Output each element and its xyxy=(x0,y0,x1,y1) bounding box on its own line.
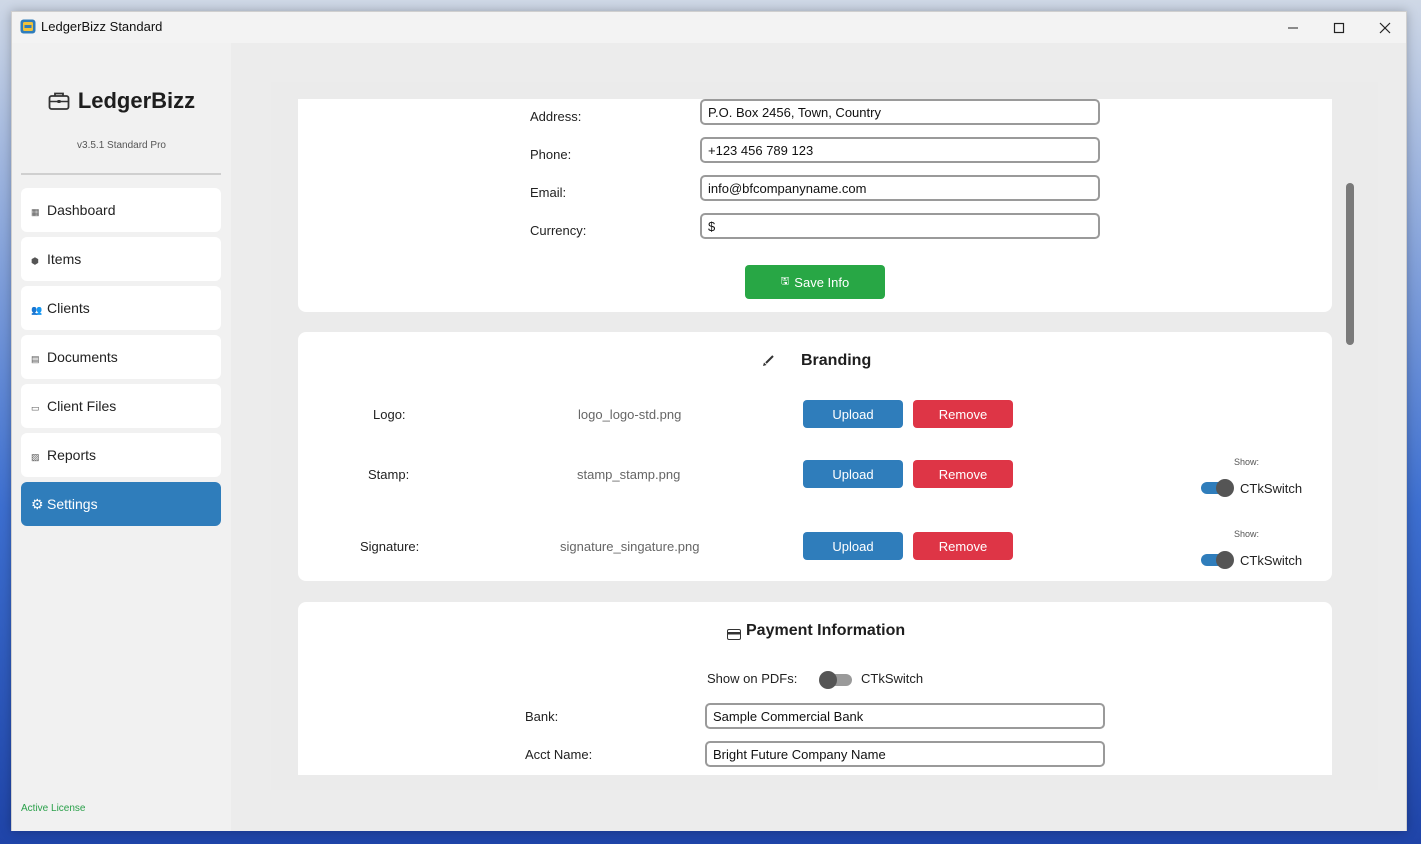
settings-viewport[interactable]: Address: P.O. Box 2456, Town, Country Ph… xyxy=(298,99,1334,775)
line-chart-icon: ▨ xyxy=(31,452,40,462)
sidebar-item-label: Items xyxy=(47,251,82,267)
version-text: v3.5.1 Standard Pro xyxy=(77,140,166,151)
stamp-label: Stamp: xyxy=(368,467,410,482)
sidebar-divider xyxy=(21,173,221,175)
signature-upload-button[interactable]: Upload xyxy=(803,532,903,560)
logo-upload-button[interactable]: Upload xyxy=(803,400,903,428)
bank-field[interactable]: Sample Commercial Bank xyxy=(705,703,1105,729)
floppy-disk-icon: 🖫 xyxy=(780,275,790,287)
acct-name-field[interactable]: Bright Future Company Name xyxy=(705,741,1105,767)
document-icon: ▤ xyxy=(31,354,40,364)
switch-knob xyxy=(819,671,837,689)
window-title: LedgerBizz Standard xyxy=(41,19,163,34)
stamp-switch-text: CTkSwitch xyxy=(1240,481,1303,496)
address-field[interactable]: P.O. Box 2456, Town, Country xyxy=(700,99,1100,125)
logo-remove-button[interactable]: Remove xyxy=(913,400,1013,428)
gear-icon: ⚙ xyxy=(31,495,44,512)
branding-card: Branding Logo: logo_logo-std.png Upload … xyxy=(298,332,1332,581)
save-info-label: Save Info xyxy=(794,274,850,290)
phone-field[interactable]: +123 456 789 123 xyxy=(700,137,1100,163)
show-on-pdfs-switch[interactable] xyxy=(819,671,852,689)
sidebar-item-settings[interactable]: ⚙ Settings xyxy=(21,482,221,526)
stamp-show-label: Show: xyxy=(1234,457,1260,467)
currency-label: Currency: xyxy=(530,223,587,238)
currency-field[interactable]: $ xyxy=(700,213,1100,239)
email-field[interactable]: info@bfcompanyname.com xyxy=(700,175,1100,201)
license-status: Active License xyxy=(21,803,86,814)
save-info-button[interactable]: 🖫 Save Info xyxy=(745,265,885,299)
show-on-pdfs-switch-text: CTkSwitch xyxy=(861,671,924,686)
signature-switch-text: CTkSwitch xyxy=(1240,553,1303,568)
payment-info-card: Payment Information Show on PDFs: CTkSwi… xyxy=(298,602,1332,775)
logo-filename: logo_logo-std.png xyxy=(578,407,682,422)
minimize-icon xyxy=(1288,27,1298,28)
maximize-icon xyxy=(1333,22,1345,33)
payment-info-title: Payment Information xyxy=(746,622,906,639)
maximize-button[interactable] xyxy=(1316,12,1362,43)
minimize-button[interactable] xyxy=(1270,12,1316,43)
sidebar-item-label: Settings xyxy=(47,496,98,512)
stamp-show-switch[interactable] xyxy=(1201,479,1234,497)
bank-label: Bank: xyxy=(525,709,559,724)
email-label: Email: xyxy=(530,185,567,200)
sidebar: LedgerBizz v3.5.1 Standard Pro ▦ Dashboa… xyxy=(12,43,231,831)
package-icon: ⬢ xyxy=(31,256,39,266)
logo-label: Logo: xyxy=(373,407,406,422)
acct-name-label: Acct Name: xyxy=(525,747,593,762)
stamp-filename: stamp_stamp.png xyxy=(577,467,681,482)
sidebar-item-label: Clients xyxy=(47,300,90,316)
app-window: LedgerBizz Standard LedgerBizz v3.5.1 St… xyxy=(11,11,1407,831)
folder-icon: ▭ xyxy=(31,403,40,413)
close-button[interactable] xyxy=(1362,12,1408,43)
sidebar-item-label: Dashboard xyxy=(47,202,116,218)
branding-title: Branding xyxy=(801,352,872,369)
phone-label: Phone: xyxy=(530,147,572,162)
sidebar-item-items[interactable]: ⬢ Items xyxy=(21,237,221,281)
briefcase-icon xyxy=(48,92,70,110)
sidebar-item-clients[interactable]: 👥 Clients xyxy=(21,286,221,330)
paintbrush-icon xyxy=(763,355,774,366)
title-bar[interactable]: LedgerBizz Standard xyxy=(12,12,1406,43)
address-label: Address: xyxy=(530,109,582,124)
company-info-card: Address: P.O. Box 2456, Town, Country Ph… xyxy=(298,99,1332,312)
signature-filename: signature_singature.png xyxy=(560,539,700,554)
sidebar-item-documents[interactable]: ▤ Documents xyxy=(21,335,221,379)
credit-card-icon xyxy=(727,629,741,640)
people-icon: 👥 xyxy=(31,305,43,315)
sidebar-item-label: Client Files xyxy=(47,398,117,414)
signature-label: Signature: xyxy=(360,539,420,554)
sidebar-item-label: Documents xyxy=(47,349,118,365)
signature-show-label: Show: xyxy=(1234,529,1260,539)
switch-knob xyxy=(1216,479,1234,497)
stamp-remove-button[interactable]: Remove xyxy=(913,460,1013,488)
sidebar-item-client-files[interactable]: ▭ Client Files xyxy=(21,384,221,428)
stamp-upload-button[interactable]: Upload xyxy=(803,460,903,488)
signature-show-switch[interactable] xyxy=(1201,551,1234,569)
sidebar-item-label: Reports xyxy=(47,447,97,463)
switch-knob xyxy=(1216,551,1234,569)
bar-chart-icon: ▦ xyxy=(31,207,40,217)
sidebar-item-reports[interactable]: ▨ Reports xyxy=(21,433,221,477)
settings-scrollbar[interactable] xyxy=(1346,183,1354,345)
close-icon xyxy=(1379,22,1391,33)
sidebar-item-dashboard[interactable]: ▦ Dashboard xyxy=(21,188,221,232)
signature-remove-button[interactable]: Remove xyxy=(913,532,1013,560)
brand: LedgerBizz xyxy=(12,88,231,114)
brand-title: LedgerBizz xyxy=(77,88,196,113)
show-on-pdfs-label: Show on PDFs: xyxy=(707,671,798,686)
app-logo-icon xyxy=(20,19,36,34)
